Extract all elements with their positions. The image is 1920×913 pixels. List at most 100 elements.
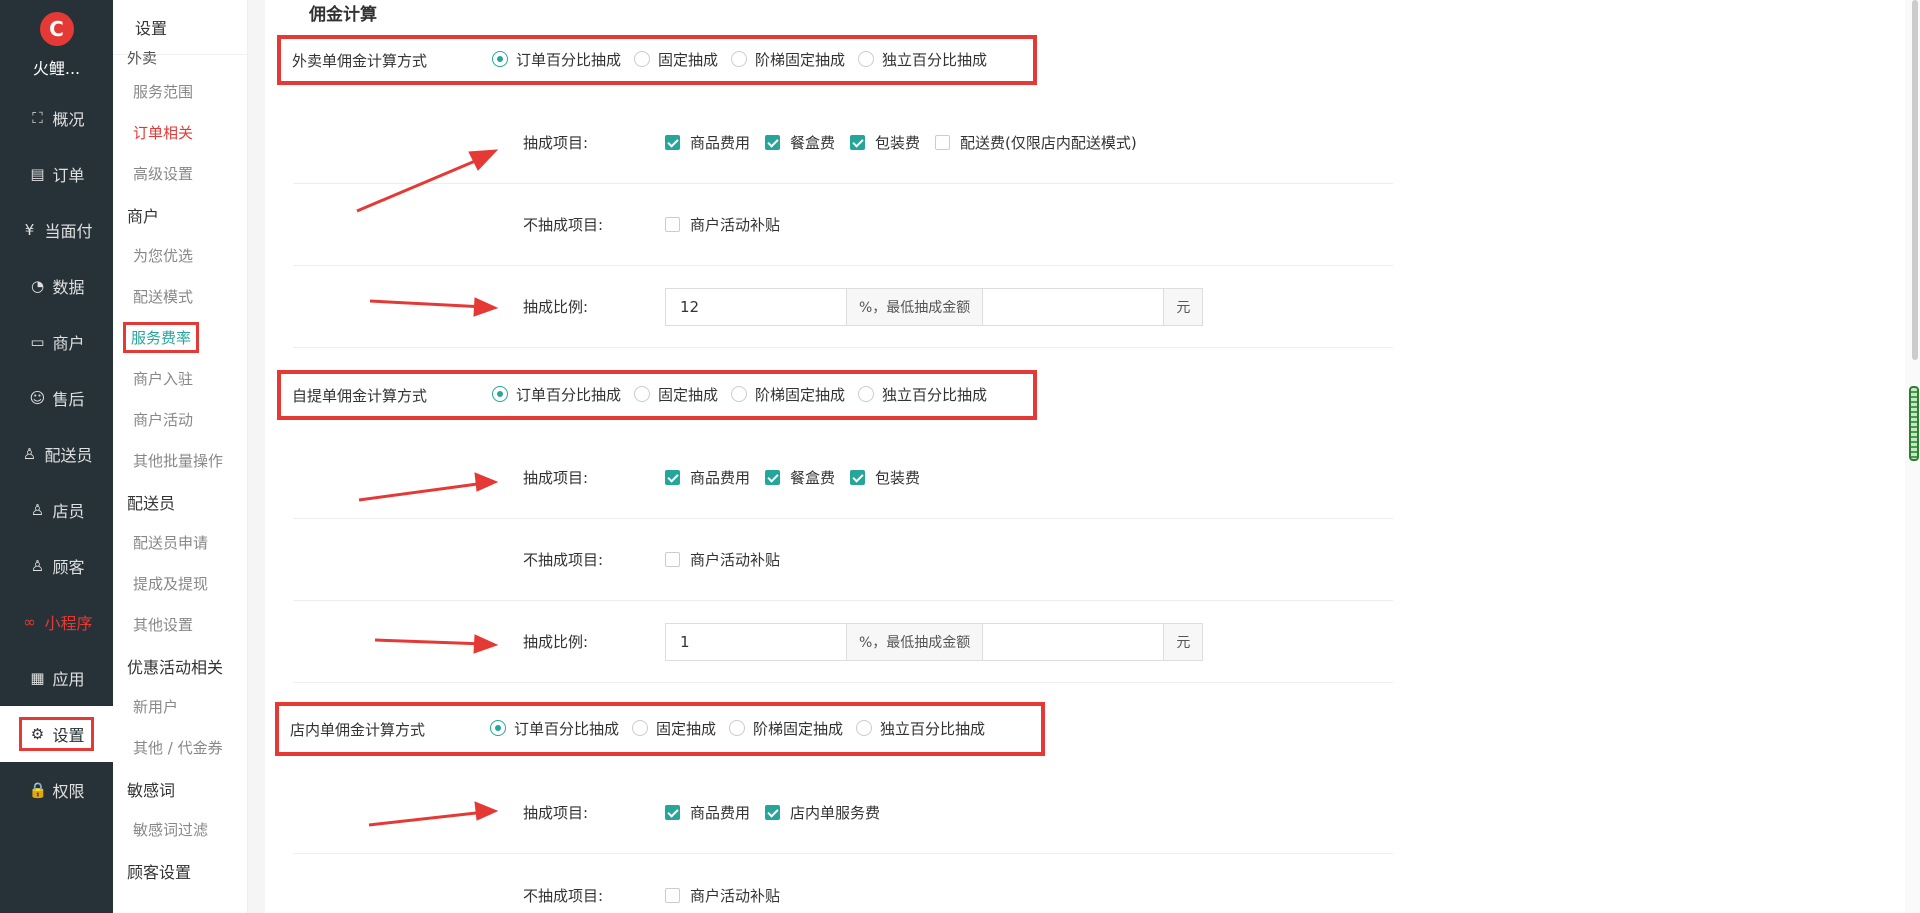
checkbox-checked-icon xyxy=(765,805,781,820)
highlight-box xyxy=(277,370,1037,420)
checkbox-checked-icon xyxy=(765,470,781,485)
orders-icon: ▤ xyxy=(30,165,45,183)
subnav-item[interactable]: 为您优选 xyxy=(113,235,247,276)
scroll-grip-icon[interactable] xyxy=(1909,386,1919,461)
checkbox-option[interactable]: 配送费(仅限店内配送模式) xyxy=(935,132,1137,153)
nav-item-settings[interactable]: ⚙ 设置 xyxy=(0,706,113,762)
checkbox-label: 餐盒费 xyxy=(790,134,836,152)
checkbox-option[interactable]: 包装费 xyxy=(850,467,920,488)
subnav-label: 其他批量操作 xyxy=(133,452,224,470)
checkbox-empty-icon xyxy=(665,217,680,232)
nav-item-orders[interactable]: ▤ 订单 xyxy=(0,146,113,202)
subnav-label: 服务费率 xyxy=(123,322,200,353)
subnav-item[interactable]: 提成及提现 xyxy=(113,563,247,604)
subnav-item[interactable]: 配送员申请 xyxy=(113,522,247,563)
data-icon: ◔ xyxy=(30,277,45,295)
nav-item-clerk[interactable]: ♙ 店员 xyxy=(0,482,113,538)
nav-item-inner: ▭ 商户 xyxy=(28,330,84,354)
ratio-label: 抽成比例: xyxy=(523,298,589,316)
page-scrollbar[interactable] xyxy=(1905,0,1920,913)
nav-item-label: 配送员 xyxy=(44,446,93,465)
subnav-label: 敏感词 xyxy=(127,780,176,800)
nav-item-label: 商户 xyxy=(52,334,85,353)
nav-item-inner: 🔒 权限 xyxy=(28,778,84,802)
checkbox-checked-icon xyxy=(850,470,866,485)
pickup-ratio-input[interactable]: 1 xyxy=(665,622,847,661)
nav-item-apps[interactable]: ▦ 应用 xyxy=(0,650,113,706)
nav-item-inner: ▦ 应用 xyxy=(28,666,84,690)
subnav-label: 商户活动 xyxy=(133,411,194,429)
subnav-item[interactable]: 配送模式 xyxy=(113,276,247,317)
subnav-item[interactable]: 订单相关 xyxy=(113,112,247,153)
checkbox-option[interactable]: 餐盒费 xyxy=(765,132,835,153)
subnav-item[interactable]: 新用户 xyxy=(113,686,247,727)
dinein-exclude-checks: 商户活动补贴 xyxy=(665,885,795,906)
checkbox-option[interactable]: 餐盒费 xyxy=(765,467,835,488)
nav-item-data[interactable]: ◔ 数据 xyxy=(0,258,113,314)
checkbox-label: 包装费 xyxy=(875,469,921,487)
subnav-label: 为您优选 xyxy=(133,247,194,265)
min-amount-addon: %，最低抽成金额 xyxy=(846,287,984,326)
checkbox-option[interactable]: 商品费用 xyxy=(665,132,750,153)
apps-icon: ▦ xyxy=(30,669,45,687)
clerk-icon: ♙ xyxy=(30,501,45,519)
dinein-include-row: 抽成项目: 商品费用 店内单服务费 xyxy=(293,772,1393,854)
nav-item-inner: ∞ 小程序 xyxy=(20,610,92,634)
brand[interactable]: C 火鲤... xyxy=(0,0,113,90)
pickup-exclude-row: 不抽成项目: 商户活动补贴 xyxy=(293,519,1393,601)
checkbox-label: 商户活动补贴 xyxy=(690,886,781,905)
unit-addon: 元 xyxy=(1163,622,1204,661)
subnav-group: 顾客设置 xyxy=(113,850,247,891)
checkbox-option[interactable]: 包装费 xyxy=(850,132,920,153)
subnav-item[interactable]: 服务费率 xyxy=(113,317,247,358)
subnav-item[interactable]: 其他批量操作 xyxy=(113,440,247,481)
checkbox-checked-icon xyxy=(850,135,866,150)
nav-item-miniapp[interactable]: ∞ 小程序 xyxy=(0,594,113,650)
subnav-label: 其他 / 代金券 xyxy=(133,739,223,757)
checkbox-option[interactable]: 店内单服务费 xyxy=(765,802,880,823)
takeout-ratio-group: 12 %，最低抽成金额 元 xyxy=(665,287,1204,326)
nav-item-overview[interactable]: ⛶ 概况 xyxy=(0,90,113,146)
nav-item-permission[interactable]: 🔒 权限 xyxy=(0,762,113,818)
nav-item-label: 店员 xyxy=(52,502,85,521)
pickup-exclude-checks: 商户活动补贴 xyxy=(665,549,795,570)
checkbox-label: 包装费 xyxy=(875,134,921,152)
subnav-item[interactable]: 其他 / 代金券 xyxy=(113,727,247,768)
subnav-group: 商户 xyxy=(113,194,247,235)
pickup-min-amount-input[interactable] xyxy=(982,622,1165,661)
nav-item-aftersale[interactable]: ☺ 售后 xyxy=(0,370,113,426)
takeout-min-amount-input[interactable] xyxy=(982,287,1165,326)
main-content: 佣金计算 外卖单佣金计算方式 订单百分比抽成 固定抽成 阶梯固定抽成 独立百分比抽成 … xyxy=(265,0,1915,913)
subnav-item[interactable]: 商户入驻 xyxy=(113,358,247,399)
checkbox-option[interactable]: 商户活动补贴 xyxy=(665,549,780,570)
subnav-item[interactable]: 服务范围 xyxy=(113,71,247,112)
checkbox-option[interactable]: 商品费用 xyxy=(665,802,750,823)
subnav-label: 高级设置 xyxy=(133,165,194,183)
takeout-ratio-input[interactable]: 12 xyxy=(665,287,847,326)
subnav-label: 配送员 xyxy=(127,493,176,513)
nav-item-courier[interactable]: ♙ 配送员 xyxy=(0,426,113,482)
checkbox-option[interactable]: 商品费用 xyxy=(665,467,750,488)
nav-item-label: 设置 xyxy=(52,726,85,745)
section-title: 佣金计算 xyxy=(309,5,377,25)
subnav-item[interactable]: 高级设置 xyxy=(113,153,247,194)
app: C 火鲤... ⛶ 概况 ▤ 订单 ¥ 当面付 ◔ 数据 ▭ 商户 ☺ 售后 ♙ 配送员 ♙ 店员 ♙ 顾客 ∞ 小程… xyxy=(0,0,1920,913)
nav-item-inner: ⛶ 概况 xyxy=(28,106,84,130)
subnav-item[interactable]: 敏感词过滤 xyxy=(113,809,247,850)
nav-item-facepay[interactable]: ¥ 当面付 xyxy=(0,202,113,258)
subnav-item[interactable]: 其他设置 xyxy=(113,604,247,645)
nav-item-inner: ☺ 售后 xyxy=(28,386,85,410)
aftersale-icon: ☺ xyxy=(29,389,46,407)
subnav-item[interactable]: 商户活动 xyxy=(113,399,247,440)
nav-item-inner: ◔ 数据 xyxy=(28,274,85,298)
nav-item-customer[interactable]: ♙ 顾客 xyxy=(0,538,113,594)
nav-item-merchant[interactable]: ▭ 商户 xyxy=(0,314,113,370)
checkbox-option[interactable]: 商户活动补贴 xyxy=(665,214,780,235)
unit-addon: 元 xyxy=(1163,287,1204,326)
checkbox-option[interactable]: 商户活动补贴 xyxy=(665,885,780,906)
checkbox-label: 餐盒费 xyxy=(790,469,836,487)
takeout-ratio-row: 抽成比例: 12 %，最低抽成金额 元 xyxy=(293,266,1393,348)
subnav-label: 优惠活动相关 xyxy=(127,657,224,677)
subnav-label: 敏感词过滤 xyxy=(133,821,209,839)
scrollbar-thumb[interactable] xyxy=(1912,0,1918,360)
